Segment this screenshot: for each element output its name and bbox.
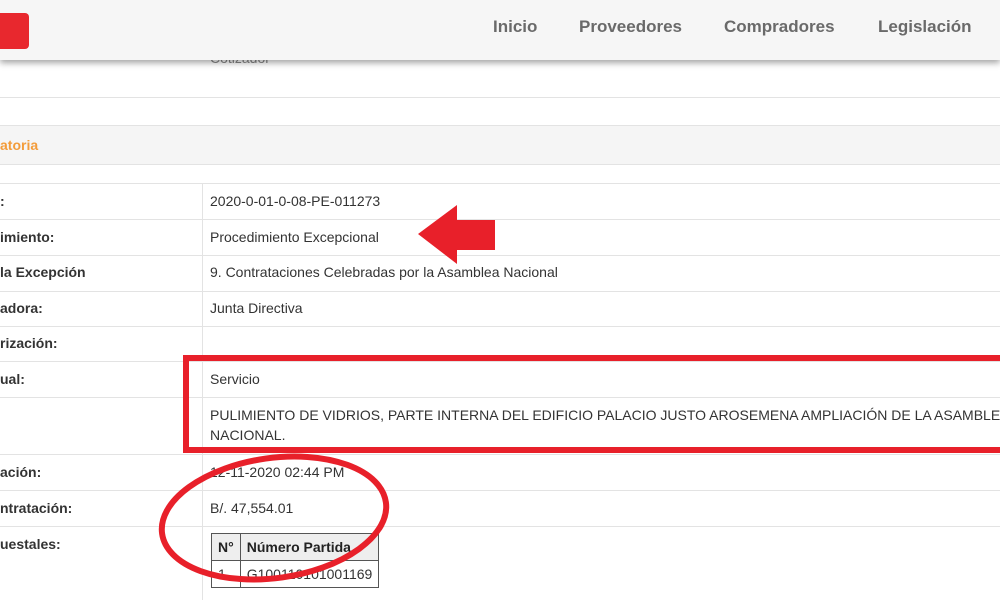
section-header: atoria [0,125,1000,165]
nav-inicio[interactable]: Inicio [493,17,537,37]
row-value: PULIMIENTO DE VIDRIOS, PARTE INTERNA DEL… [210,407,1000,443]
row-value: Junta Directiva [210,300,303,316]
brand-logo[interactable] [0,13,29,49]
row-value: 12-11-2020 02:44 PM [210,464,345,480]
row-value: 2020-0-01-0-08-PE-011273 [210,193,381,209]
nav-legislacion[interactable]: Legislación [878,17,972,37]
detail-row-procedimiento: imiento: Procedimiento Excepcional [0,220,1000,256]
row-label: ual: [0,371,25,387]
row-label: ación: [0,464,42,480]
table-cell: G100110101001169 [239,560,380,588]
nav-proveedores[interactable]: Proveedores [579,17,682,37]
row-value: Procedimiento Excepcional [210,229,379,245]
row-label: la Excepción [0,264,86,280]
detail-row-excepcion: la Excepción 9. Contrataciones Celebrada… [0,256,1000,292]
table-header-row: N° Número Partida [211,533,380,561]
column-header: N° [211,533,241,561]
row-label: adora: [0,300,43,316]
row-value: 9. Contrataciones Celebradas por la Asam… [210,264,558,280]
nav-compradores[interactable]: Compradores [724,17,835,37]
detail-row-tipo: ual: Servicio [0,362,1000,398]
section-title: atoria [0,137,39,153]
detail-row-fecha: ación: 12-11-2020 02:44 PM [0,455,1000,491]
row-label: rización: [0,335,58,351]
partidas-table: N° Número Partida 1 G100110101001169 [211,533,380,588]
table-row: 1 G100110101001169 [211,560,380,588]
detail-row-partidas: uestales: [0,527,1000,600]
row-value: B/. 47,554.01 [210,500,294,516]
top-navbar: Inicio Proveedores Compradores Legislaci… [0,0,1000,60]
detail-row-descripcion: PULIMIENTO DE VIDRIOS, PARTE INTERNA DEL… [0,398,1000,455]
row-label: imiento: [0,229,55,245]
divider [0,97,1000,98]
row-label: uestales: [0,536,61,552]
table-cell: 1 [211,560,241,588]
detail-row-numero: : 2020-0-01-0-08-PE-011273 [0,184,1000,220]
page-content: Cotizador atoria : 2020-0-01-0-08-PE-011… [0,0,1000,600]
row-label: : [0,193,5,209]
column-header: Número Partida [239,533,380,561]
detail-row-autorizacion: rización: [0,327,1000,362]
detail-row-monto: ntratación: B/. 47,554.01 [0,491,1000,527]
row-label: ntratación: [0,500,73,516]
detail-row-entidad: adora: Junta Directiva [0,292,1000,327]
row-value: Servicio [210,371,260,387]
